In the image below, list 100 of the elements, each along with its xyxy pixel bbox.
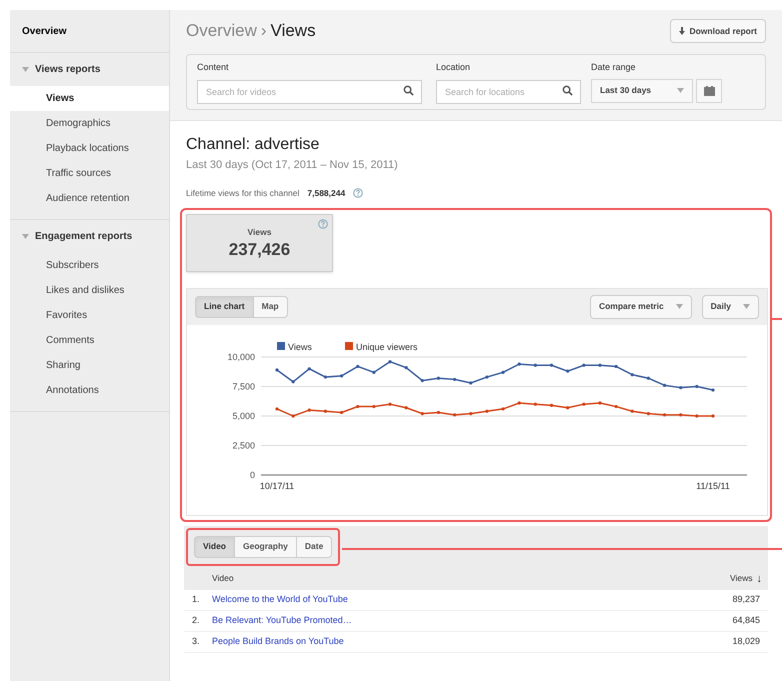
video-link[interactable]: Be Relevant: YouTube Promoted…: [212, 614, 732, 628]
point: [646, 376, 650, 380]
row-number: 3.: [192, 635, 201, 648]
point: [662, 412, 666, 416]
legend-label: Views: [288, 342, 312, 352]
sidebar-item[interactable]: Subscribers: [10, 253, 169, 278]
point: [340, 410, 344, 414]
point: [614, 364, 618, 368]
calendar-icon: [704, 86, 714, 96]
search-icon: [562, 84, 573, 96]
interval-dropdown[interactable]: Daily: [702, 294, 759, 319]
section-header[interactable]: Engagement reports: [10, 220, 169, 253]
point: [420, 378, 424, 382]
point: [324, 375, 328, 378]
point: [630, 409, 634, 413]
point: [614, 404, 618, 408]
point: [598, 401, 602, 404]
point: [436, 376, 440, 380]
point: [308, 366, 311, 370]
field-label: Date range: [591, 61, 637, 74]
sidebar-item[interactable]: Overview: [10, 10, 169, 53]
legend-item: Views: [277, 342, 312, 352]
metric-card[interactable]: Views 237,426: [186, 214, 333, 272]
column-header: Video: [212, 572, 234, 586]
compare-dropdown[interactable]: Compare metric: [590, 294, 692, 319]
point: [646, 412, 650, 415]
field-label: Content: [197, 61, 230, 74]
point: [582, 402, 586, 406]
search-field[interactable]: Search for locations: [436, 80, 581, 104]
sidebar-item[interactable]: Sharing: [10, 353, 169, 378]
caret-icon: [677, 88, 684, 93]
video-link[interactable]: People Build Brands on YouTube: [212, 635, 732, 648]
point: [485, 409, 489, 413]
breadcrumb-separator: ›: [260, 20, 267, 42]
point: [679, 386, 682, 390]
axis-label: 11/15/11: [696, 480, 730, 491]
point: [292, 380, 295, 384]
tab[interactable]: Geography: [234, 536, 297, 558]
table-cell-text: 18,029: [732, 635, 760, 648]
point: [711, 414, 715, 418]
point: [453, 412, 456, 416]
point: [324, 409, 328, 413]
point: [662, 383, 666, 387]
point: [404, 406, 408, 410]
caret-icon: [22, 67, 29, 72]
row-number: 1.: [192, 593, 201, 606]
tab[interactable]: Line chart: [195, 296, 254, 318]
sidebar-item[interactable]: Annotations: [10, 378, 169, 403]
sort-indicator[interactable]: ↓: [756, 570, 762, 587]
tab[interactable]: Video: [194, 536, 235, 558]
point: [275, 407, 279, 410]
download-icon: [679, 27, 686, 35]
column-header[interactable]: Views: [730, 572, 752, 586]
search-field[interactable]: Search for videos: [197, 80, 422, 104]
point: [679, 412, 682, 416]
lifetime-value: 7,588,244: [307, 187, 346, 200]
help-icon: [353, 188, 364, 198]
point: [501, 407, 505, 410]
sidebar-item[interactable]: Likes and dislikes: [10, 278, 169, 303]
point: [566, 406, 570, 410]
point: [550, 404, 554, 407]
download-button[interactable]: Download report: [670, 19, 766, 43]
section-header[interactable]: Views reports: [10, 53, 169, 86]
point: [292, 414, 295, 418]
sidebar-item[interactable]: Favorites: [10, 303, 169, 328]
sidebar-item[interactable]: Audience retention: [10, 186, 169, 211]
help-icon: [318, 218, 328, 229]
tab[interactable]: Date: [296, 536, 332, 558]
axis-label: 10/17/11: [260, 480, 294, 491]
date-range-dropdown[interactable]: Last 30 days: [591, 78, 693, 102]
point: [308, 408, 311, 412]
channel-title: Channel: advertise: [186, 134, 320, 154]
point: [711, 388, 715, 392]
point: [485, 375, 489, 378]
date-subtitle: Last 30 days (Oct 17, 2011 – Nov 15, 2011): [186, 158, 399, 172]
point: [550, 363, 554, 367]
sidebar-item[interactable]: Demographics: [10, 111, 169, 136]
point: [566, 369, 570, 373]
point: [630, 372, 634, 376]
sidebar-item[interactable]: Traffic sources: [10, 161, 169, 186]
point: [436, 410, 440, 414]
legend-item: Unique viewers: [345, 342, 418, 352]
point: [356, 404, 360, 408]
point: [453, 378, 456, 381]
tab[interactable]: Map: [252, 296, 288, 318]
point: [388, 402, 392, 406]
sidebar-item[interactable]: Comments: [10, 328, 169, 353]
calendar-button[interactable]: [696, 78, 722, 102]
table-cell-text: 64,845: [732, 614, 760, 627]
point: [372, 404, 376, 408]
field-label: Location: [436, 61, 472, 74]
sidebar-item[interactable]: Views: [10, 86, 169, 111]
point: [598, 363, 602, 367]
video-link[interactable]: Welcome to the World of YouTube: [212, 593, 732, 606]
point: [534, 402, 537, 406]
axis-label: 7,500: [232, 381, 255, 392]
point: [404, 366, 408, 369]
caret-icon: [22, 234, 29, 239]
legend-label: Unique viewers: [356, 342, 418, 352]
sidebar-item[interactable]: Playback locations: [10, 136, 169, 161]
